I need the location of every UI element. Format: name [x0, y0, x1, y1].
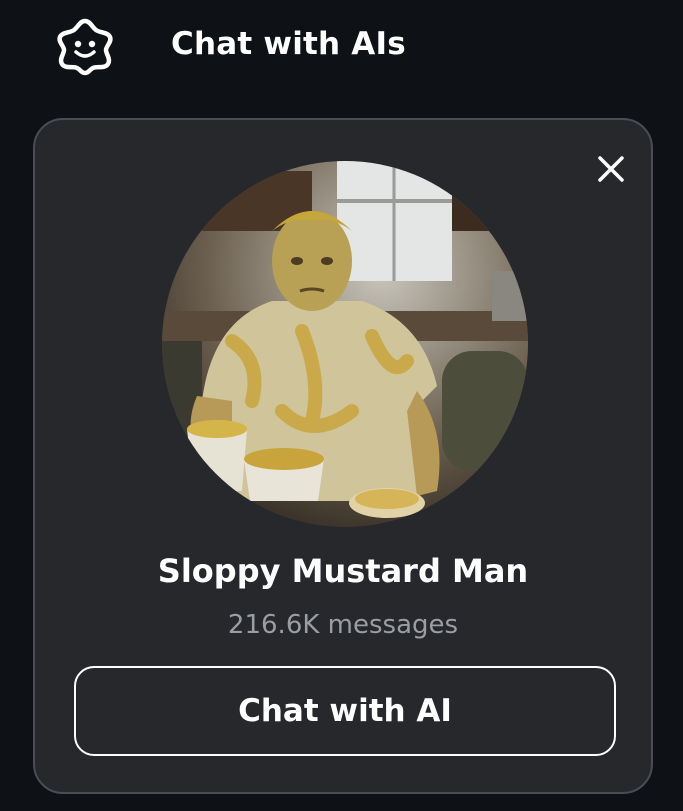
close-icon [598, 156, 624, 182]
app-header: Chat with AIs [0, 0, 683, 92]
close-button[interactable] [590, 148, 632, 190]
message-count: 216.6K messages [227, 610, 459, 640]
character-name: Sloppy Mustard Man [157, 552, 529, 590]
smiley-star-logo-icon[interactable] [52, 15, 118, 77]
character-card: Sloppy Mustard Man 216.6K messages Chat … [33, 118, 653, 794]
character-avatar [162, 161, 528, 527]
chat-with-ai-button[interactable]: Chat with AI [74, 666, 616, 756]
app-title: Chat with AIs [171, 26, 406, 62]
